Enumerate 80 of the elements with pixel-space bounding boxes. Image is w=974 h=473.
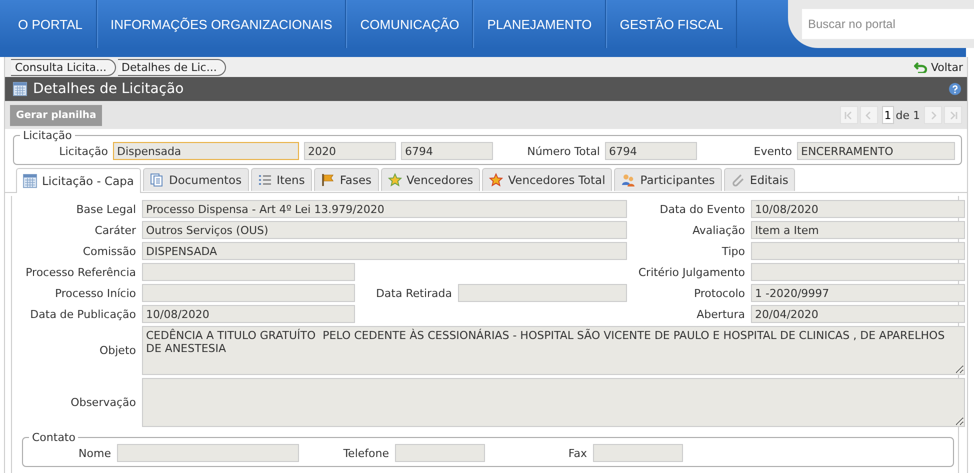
field-label: Número Total (526, 144, 600, 158)
back-link[interactable]: Voltar (930, 60, 963, 74)
field-label: Critério Julgamento (637, 266, 745, 278)
field-label: Abertura (696, 308, 745, 320)
field-label: Comissão (82, 244, 136, 258)
star-icon (388, 173, 402, 187)
star-icon (489, 173, 504, 187)
breadcrumb-item[interactable]: Detalhes de Lic... (118, 58, 226, 76)
tab[interactable]: Itens (250, 168, 312, 191)
text-area[interactable] (142, 378, 965, 427)
field-label: Fax (567, 446, 587, 460)
tab[interactable]: Editais (724, 168, 796, 191)
field-label: Licitação (58, 144, 108, 158)
chevron-left-icon (864, 110, 874, 120)
search-field[interactable]: Buscar no portal (802, 9, 974, 39)
previous-page-button[interactable] (860, 106, 878, 124)
page-total: de 1 (896, 108, 920, 122)
people-icon (621, 173, 636, 187)
field-label: Telefone (342, 446, 389, 460)
calendar-icon (13, 82, 27, 96)
total-number-field[interactable]: 6794 (605, 142, 697, 160)
field-label: Caráter (94, 224, 136, 236)
tab[interactable]: Licitação - Capa (16, 168, 141, 193)
fieldset-legend: Contato (29, 431, 78, 444)
last-page-button[interactable] (944, 106, 962, 124)
text-field[interactable] (142, 284, 355, 302)
text-field[interactable]: Item a Item (751, 221, 965, 239)
field-label: Data Retirada (374, 286, 452, 300)
modality-field[interactable]: Dispensada (113, 142, 299, 160)
text-field[interactable] (751, 263, 965, 281)
field-label: Tipo (720, 244, 745, 258)
calendar-icon (23, 174, 37, 188)
paperclip-icon (730, 173, 745, 187)
text-field[interactable]: 10/08/2020 (142, 305, 355, 323)
list-icon (258, 173, 272, 187)
back-arrow-icon (914, 62, 927, 72)
tab[interactable]: Participantes (614, 168, 722, 191)
breadcrumb-item[interactable]: Consulta Licita... (11, 58, 116, 76)
field-label: Evento (752, 144, 792, 158)
text-field[interactable] (593, 444, 683, 462)
flag-icon (320, 173, 335, 187)
last-page-icon (948, 110, 958, 120)
page-number-field[interactable]: 1 (882, 106, 894, 124)
field-label: Observação (70, 396, 136, 409)
field-label: Processo Referência (24, 266, 136, 278)
field-label: Data de Publicação (29, 308, 136, 320)
year-field[interactable]: 2020 (304, 142, 396, 160)
field-label: Processo Início (54, 286, 136, 300)
text-area[interactable]: CEDÊNCIA A TITULO GRATUÍTO PELO CEDENTE ÀS CESSIONÁRIAS - HOSPITAL SÃO VICENTE DE PAULO E HOSPITAL DE CLINICAS , DE APARELHOS DE ANESTESIA (142, 326, 965, 375)
tab[interactable]: Vencedores (380, 168, 480, 191)
field-label: Avaliação (691, 224, 745, 236)
text-field[interactable]: 1 -2020/9997 (751, 284, 965, 302)
field-label: Nome (78, 446, 111, 460)
field-label: Data do Evento (658, 202, 745, 216)
text-field[interactable]: DISPENSADA (142, 242, 627, 260)
tab[interactable]: Documentos (142, 168, 249, 191)
help-icon[interactable] (949, 83, 961, 95)
text-field[interactable]: 20/04/2020 (751, 305, 965, 323)
text-field[interactable] (458, 284, 627, 302)
documents-icon (150, 173, 164, 187)
event-field[interactable]: ENCERRAMENTO (797, 142, 955, 160)
text-field[interactable]: Processo Dispensa - Art 4º Lei 13.979/2020 (142, 200, 627, 218)
text-field[interactable] (142, 263, 355, 281)
tab[interactable]: Vencedores Total (482, 168, 612, 191)
first-page-icon (844, 110, 854, 120)
number-field[interactable]: 6794 (401, 142, 493, 160)
field-label: Base Legal (75, 202, 136, 216)
field-label: Objeto (98, 344, 136, 357)
text-field[interactable] (117, 444, 299, 462)
text-field[interactable]: Outros Serviços (OUS) (142, 221, 627, 239)
chevron-right-icon (928, 110, 938, 120)
next-page-button[interactable] (924, 106, 942, 124)
first-page-button[interactable] (840, 106, 858, 124)
fieldset-legend: Licitação (20, 129, 75, 142)
text-field[interactable] (751, 242, 965, 260)
field-label: Protocolo (692, 286, 745, 300)
text-field[interactable] (395, 444, 485, 462)
text-field[interactable]: 10/08/2020 (751, 200, 965, 218)
panel-title: Detalhes de Licitação (33, 81, 184, 97)
tab[interactable]: Fases (314, 168, 379, 191)
